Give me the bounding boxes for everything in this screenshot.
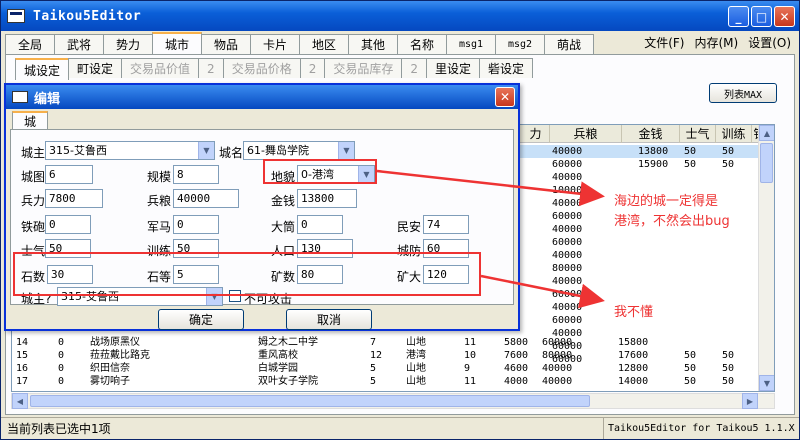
arrow-to-note2 [480, 274, 605, 309]
annotation-note1: 海边的城一定得是 港湾，不然会出bug [614, 192, 730, 232]
annotation-note1-line1: 海边的城一定得是 [614, 194, 719, 209]
annotation-note1-line2: 港湾，不然会出bug [614, 214, 730, 229]
arrow-to-note1 [376, 169, 605, 207]
annotation-note2: 我不懂 [614, 305, 654, 320]
